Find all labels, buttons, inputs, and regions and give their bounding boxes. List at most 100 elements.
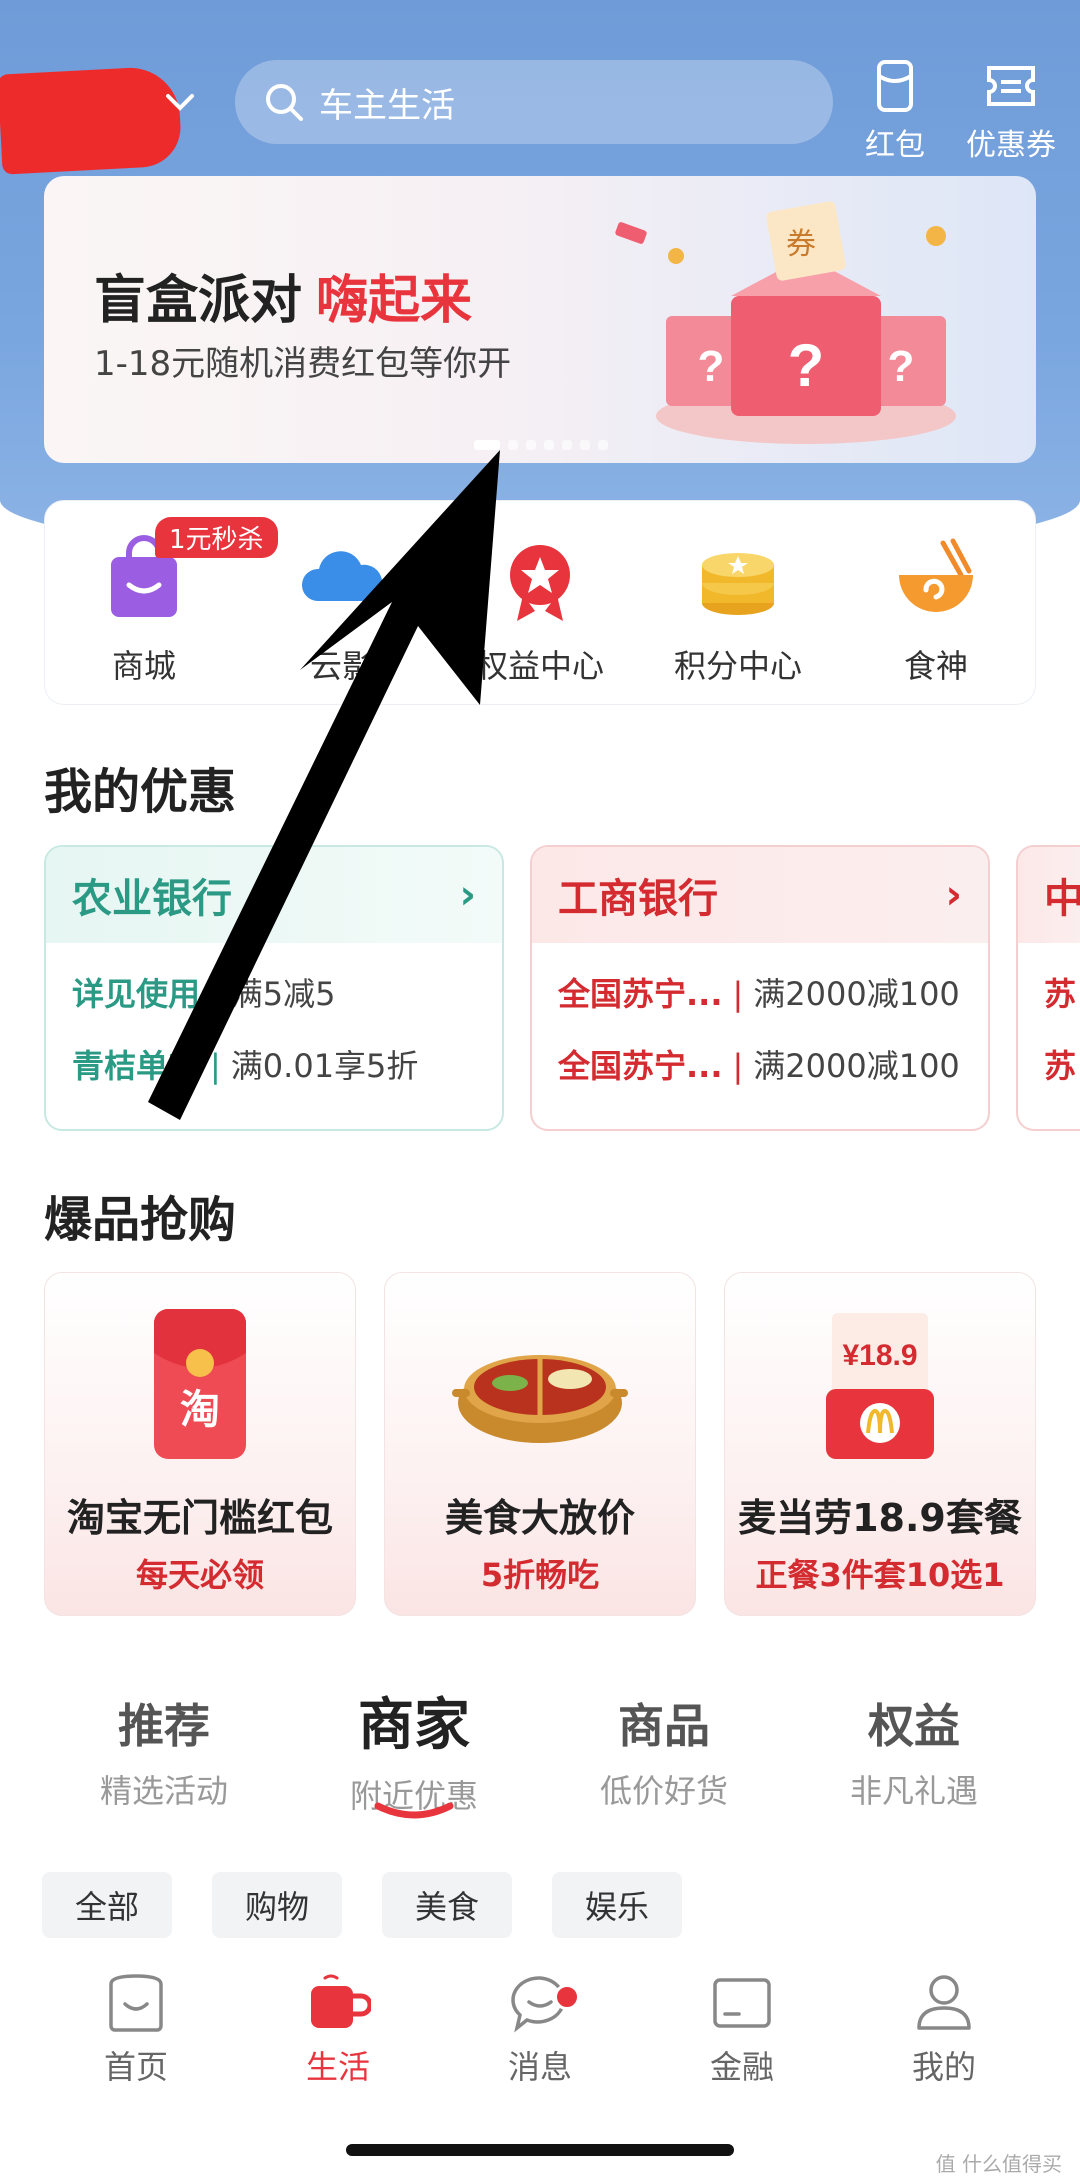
taobao-icon-text: 淘 xyxy=(180,1387,220,1433)
mystery-box-illustration: ? ? ? 券 xyxy=(615,201,956,444)
hotpot-icon xyxy=(452,1355,628,1443)
coupon-row: 全国苏宁... | 满2000减100 xyxy=(532,969,988,1015)
quick-item-rights-center[interactable]: 权益中心 xyxy=(441,501,639,704)
svg-text:?: ? xyxy=(888,342,915,391)
banner-subtitle: 1-18元随机消费红包等你开 xyxy=(94,344,512,384)
quick-item-food-god[interactable]: 食神 xyxy=(837,501,1035,704)
mcdonalds-voucher-icon: ¥18.9 xyxy=(826,1313,934,1459)
promo-banner[interactable]: 盲盒派对 嗨起来 1-18元随机消费红包等你开 ? ? ? 券 xyxy=(44,176,1036,463)
coupon-offer: 满5减5 xyxy=(230,975,336,1013)
chevron-right-icon: › xyxy=(459,872,476,918)
coupon-row: 详见使用 | 满5减5 xyxy=(46,969,502,1015)
product-name: 淘宝无门槛红包 xyxy=(66,1496,333,1540)
tab-subtitle: 精选活动 xyxy=(99,1772,228,1810)
coupon-button[interactable]: 优惠券 xyxy=(956,58,1066,164)
coupon-merchant: 青桔单车 xyxy=(72,1047,201,1085)
notification-dot xyxy=(554,1984,580,2010)
quick-item-points-center[interactable]: 积分中心 xyxy=(639,501,837,704)
banner-title-highlight: 嗨起来 xyxy=(316,271,473,331)
tab-merchants[interactable]: 商家 附近优惠 xyxy=(314,1680,514,1817)
nav-life[interactable]: 生活 xyxy=(268,1970,408,2088)
my-offers-title: 我的优惠 xyxy=(44,764,237,820)
coupon-row: 苏 xyxy=(1018,1041,1080,1087)
coupon-row: 全国苏宁... | 满2000减100 xyxy=(532,1041,988,1087)
banner-title: 盲盒派对 嗨起来 xyxy=(94,258,472,333)
banner-pagination xyxy=(474,440,608,450)
mcdonalds-price-text: ¥18.9 xyxy=(842,1339,917,1372)
coupon-card-partial[interactable]: 中 苏 苏 xyxy=(1016,845,1080,1131)
coupon-card-header: 工商银行 › xyxy=(532,847,988,943)
tab-title: 商品 xyxy=(618,1699,710,1753)
tab-recommend[interactable]: 推荐 精选活动 xyxy=(64,1690,264,1812)
medal-icon xyxy=(510,545,570,621)
filter-chip-shopping[interactable]: 购物 xyxy=(212,1872,342,1938)
taobao-red-packet-icon: 淘 xyxy=(154,1309,246,1459)
nav-label: 首页 xyxy=(103,2048,168,2086)
quick-item-label: 权益中心 xyxy=(475,647,604,685)
quick-item-label: 云影 xyxy=(309,647,374,685)
card-icon xyxy=(713,1978,771,2028)
tab-title: 权益 xyxy=(868,1699,960,1753)
nav-label: 我的 xyxy=(911,2048,976,2086)
coupon-bank-name: 农业银行 xyxy=(72,876,232,922)
coupon-offer: 满0.01享5折 xyxy=(230,1047,419,1085)
quick-entry-bar: 商城 云影 权益中心 积分中心 食神 1元秒杀 xyxy=(44,500,1036,705)
nav-messages[interactable]: 消息 xyxy=(470,1970,610,2088)
coupon-card-header: 中 xyxy=(1018,847,1080,943)
coin-stack-icon xyxy=(702,553,774,615)
product-subtitle: 正餐3件套10选1 xyxy=(755,1556,1005,1594)
product-card-taobao[interactable]: 淘 淘宝无门槛红包 每天必领 xyxy=(44,1272,356,1616)
noodle-bowl-icon xyxy=(899,538,973,612)
coupon-row-separator: | xyxy=(210,975,221,1013)
coupon-art-text: 券 xyxy=(786,227,816,262)
red-packet-label: 红包 xyxy=(865,128,925,163)
tab-subtitle: 非凡礼遇 xyxy=(849,1772,978,1810)
product-name: 麦当劳18.9套餐 xyxy=(738,1496,1022,1540)
filter-chip-food[interactable]: 美食 xyxy=(382,1872,512,1938)
watermark: 值 什么值得买 xyxy=(935,2152,1062,2176)
coupon-bank-name: 中 xyxy=(1044,876,1080,922)
redacted-location xyxy=(0,65,183,175)
tab-benefits[interactable]: 权益 非凡礼遇 xyxy=(814,1690,1014,1812)
home-indicator xyxy=(346,2144,734,2156)
product-card-mcdonalds[interactable]: ¥18.9 麦当劳18.9套餐 正餐3件套10选1 xyxy=(724,1272,1036,1616)
tab-subtitle: 低价好货 xyxy=(599,1772,728,1810)
filter-chip-all[interactable]: 全部 xyxy=(42,1872,172,1938)
tab-title: 商家 xyxy=(358,1693,470,1758)
coupon-card-icbc[interactable]: 工商银行 › 全国苏宁... | 满2000减100 全国苏宁... | 满2000减1… xyxy=(530,845,990,1131)
coupon-card-header: 农业银行 › xyxy=(46,847,502,943)
nav-home[interactable]: 首页 xyxy=(66,1970,206,2088)
chevron-down-icon[interactable] xyxy=(160,88,200,118)
quick-item-label: 积分中心 xyxy=(673,647,802,685)
nav-me[interactable]: 我的 xyxy=(874,1970,1014,2088)
coupon-card-abc[interactable]: 农业银行 › 详见使用 | 满5减5 青桔单车 | 满0.01享5折 xyxy=(44,845,504,1131)
coffee-cup-icon xyxy=(311,1974,371,2028)
search-placeholder: 车主生活 xyxy=(319,85,455,126)
tab-products[interactable]: 商品 低价好货 xyxy=(564,1690,764,1812)
coupon-merchant: 苏 xyxy=(1044,1047,1077,1085)
tab-title: 推荐 xyxy=(118,1699,210,1753)
nav-label: 生活 xyxy=(305,2048,370,2086)
search-bar[interactable]: 车主生活 xyxy=(235,60,833,144)
active-tab-indicator xyxy=(374,1802,454,1819)
coupon-offer: 满2000减100 xyxy=(753,975,960,1013)
coupon-row-separator: | xyxy=(732,975,744,1013)
nav-label: 金融 xyxy=(709,2048,774,2086)
quick-item-label: 食神 xyxy=(903,647,968,685)
coupon-merchant: 详见使用 xyxy=(72,975,201,1013)
coupon-row: 青桔单车 | 满0.01享5折 xyxy=(46,1041,502,1087)
nav-finance[interactable]: 金融 xyxy=(672,1970,812,2088)
home-icon xyxy=(109,1974,163,2032)
coupon-offer: 满2000减100 xyxy=(753,1047,960,1085)
product-card-food[interactable]: 美食大放价 5折畅吃 xyxy=(384,1272,696,1616)
chevron-right-icon: › xyxy=(945,872,962,918)
filter-chip-entertainment[interactable]: 娱乐 xyxy=(552,1872,682,1938)
red-packet-icon xyxy=(877,60,913,112)
coupon-bank-name: 工商银行 xyxy=(558,876,718,922)
user-icon xyxy=(917,1975,971,2030)
svg-text:?: ? xyxy=(698,342,725,391)
search-icon xyxy=(266,84,303,121)
hot-products-title: 爆品抢购 xyxy=(44,1192,237,1248)
product-subtitle: 每天必领 xyxy=(135,1556,264,1594)
red-packet-button[interactable]: 红包 xyxy=(840,58,950,164)
